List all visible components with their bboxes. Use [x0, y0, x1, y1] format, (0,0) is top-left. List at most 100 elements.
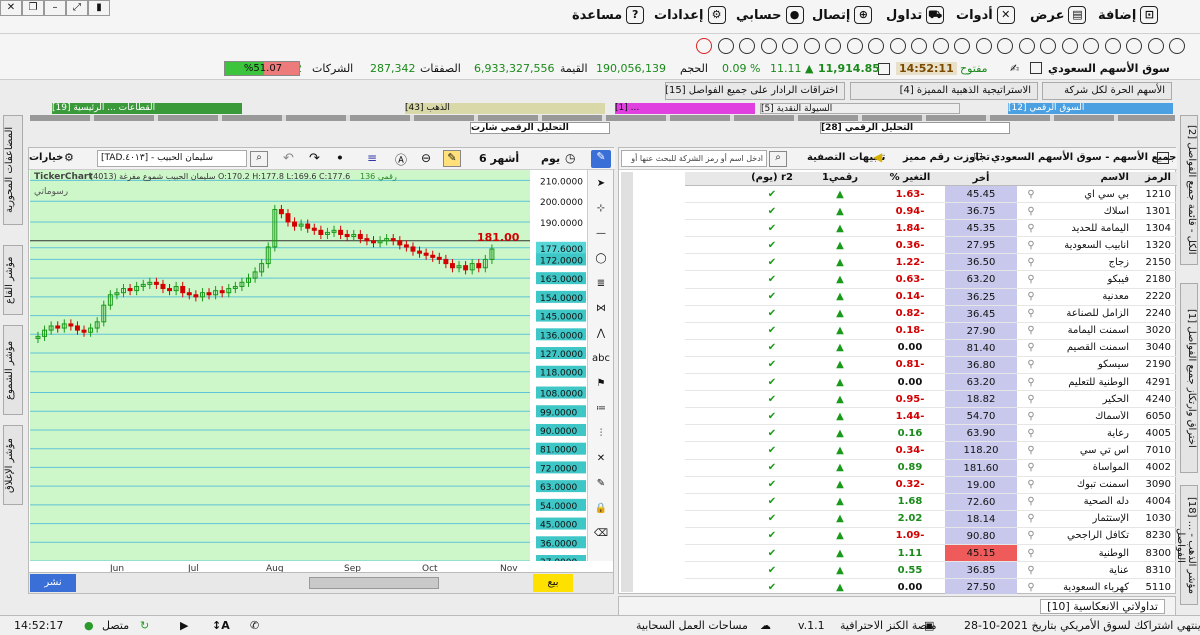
table-row[interactable]: 4005 رعاية ⚲ 63.90 0.16 ▲ ✔ — [685, 425, 1177, 443]
clock-icon[interactable] — [739, 38, 755, 54]
table-row[interactable]: 2190 سيسكو ⚲ 36.80 -0.81 ▲ ✔ — [685, 356, 1177, 375]
tab-free-shares[interactable]: الأسهم الحرة لكل شركة — [1042, 82, 1172, 100]
close-window-icon[interactable]: ✕ — [0, 0, 22, 16]
table-row[interactable]: 2240 الزامل للصناعة ⚲ 36.45 -0.82 ▲ ✔ — [685, 305, 1177, 323]
brush-tool-icon[interactable]: ✎ — [591, 478, 611, 489]
crosshair-tool-icon[interactable]: ⊹ — [591, 203, 611, 214]
table-row[interactable]: 8300 الوطنية ⚲ 45.15 1.11 ▲ ✔ — [685, 544, 1177, 563]
col-r2[interactable]: r2 (يوم) — [739, 172, 805, 185]
minus-icon[interactable]: ⊖ — [421, 151, 431, 165]
bulb-icon[interactable] — [1018, 38, 1035, 54]
col-pin[interactable] — [1017, 172, 1045, 185]
table-row[interactable]: 1301 أسلاك ⚲ 36.75 -0.94 ▲ ✔ — [685, 203, 1177, 221]
grid-icon[interactable] — [868, 38, 884, 54]
left-tab-bottom[interactable]: مؤشر القاع — [3, 245, 23, 315]
target-icon[interactable] — [954, 38, 970, 54]
clear-tool-icon[interactable]: ✕ — [591, 453, 611, 464]
chart-icon[interactable] — [911, 38, 927, 54]
filter-icon[interactable] — [782, 38, 798, 54]
people-icon[interactable] — [825, 38, 841, 54]
status-workspaces[interactable]: مساحات العمل السحابية — [636, 619, 748, 632]
cart-icon[interactable] — [1061, 38, 1078, 54]
left-tab-close[interactable]: مؤشر الإغلاق — [3, 425, 23, 505]
tab-golden-strategy[interactable]: الاستراتيجية الذهبية المميزة [4] — [850, 82, 1038, 100]
lock-icon[interactable] — [889, 38, 906, 54]
right-tab-gold[interactable]: [18] مؤشر الذهب - ... الفواصل — [1175, 485, 1198, 605]
left-tab-multipliers[interactable]: المضاعفات المحورية — [3, 115, 23, 225]
calendar-icon[interactable] — [1030, 62, 1042, 74]
col-name[interactable]: الاسم — [1045, 172, 1133, 185]
alert-refresh-icon[interactable] — [696, 38, 712, 54]
list-tool-icon[interactable]: ≔ — [591, 403, 611, 414]
table-row[interactable]: 3090 اسمنت تبوك ⚲ 19.00 -0.32 ▲ ✔ — [685, 476, 1177, 494]
alert-bell-icon[interactable]: ◀ — [873, 150, 882, 164]
wave-tool-icon[interactable]: ⋀ — [591, 328, 611, 339]
right-tab-breakout[interactable]: [1] اختراق وارتكاز جميع الفواصل — [1180, 283, 1198, 473]
color-tab-1[interactable]: [1] ... — [615, 103, 755, 114]
options-icon[interactable]: ⚙ — [64, 151, 74, 164]
ticker-input[interactable]: [TAD.٤٠١٣] - سليمان الحبيب — [97, 150, 247, 167]
color-tab-liquidity[interactable]: [5] السيولة النقدية — [760, 103, 960, 114]
camera-icon[interactable]: ▮ — [88, 0, 110, 16]
interval-clock-icon[interactable]: ◷ — [565, 151, 575, 165]
menu-settings[interactable]: ⚙ إعدادات — [654, 6, 726, 24]
dollar-icon[interactable] — [1104, 38, 1121, 54]
table-row[interactable]: 4291 الوطنية للتعليم ⚲ 63.20 0.00 ▲ ✔ — [685, 374, 1177, 392]
sell-button[interactable]: بيع — [533, 574, 573, 592]
delete-tool-icon[interactable]: ⌫ — [591, 528, 611, 539]
chart-interval[interactable]: يوم — [541, 152, 560, 165]
compare-icon[interactable]: ꔷ — [337, 151, 343, 166]
menu-connection[interactable]: ⊕ إتصال — [812, 6, 873, 24]
flag-tool-icon[interactable]: ⚑ — [591, 378, 611, 389]
trend-icon[interactable] — [717, 38, 734, 54]
rect-icon[interactable] — [1147, 38, 1164, 54]
menu-view[interactable]: ▤ عرض — [1030, 6, 1087, 24]
star-icon[interactable] — [1040, 38, 1056, 54]
table-row[interactable]: 1030 الإستثمار ⚲ 18.14 2.02 ▲ ✔ — [685, 510, 1177, 528]
tab-reversal-trades[interactable]: تداولاتي الانعكاسية [10] — [1040, 599, 1165, 614]
menu-account[interactable]: ● حسابي — [736, 6, 804, 24]
search-input[interactable]: ادخل اسم أو رمز الشركة للبحث عنها أو — [621, 150, 767, 167]
drop-icon[interactable] — [932, 38, 949, 54]
table-search-icon[interactable]: ⌕ — [769, 151, 787, 167]
table-row[interactable]: 1320 أنابيب السعودية ⚲ 27.95 -0.36 ▲ ✔ — [685, 237, 1177, 255]
color-tab-digital[interactable]: السوق الرقمي [12] — [1008, 103, 1173, 114]
eye-icon[interactable] — [975, 38, 992, 54]
text-tool-icon[interactable]: abc — [591, 353, 611, 364]
shape-tool-icon[interactable]: ◯ — [591, 253, 611, 264]
chart-options[interactable]: خيارات — [29, 152, 63, 163]
pattern-tool-icon[interactable]: ⋈ — [591, 303, 611, 314]
chart-period[interactable]: 6 أشهر — [479, 152, 519, 165]
table-row[interactable]: 4240 الحكير ⚲ 18.82 -0.95 ▲ ✔ — [685, 391, 1177, 409]
globe-icon[interactable] — [846, 38, 863, 54]
menu-trading[interactable]: ⛟ تداول — [886, 6, 945, 24]
publish-button[interactable]: نشر — [30, 574, 76, 592]
table-row[interactable]: 1210 بي سي اي ⚲ 45.45 -1.63 ▲ ✔ — [685, 186, 1177, 204]
line-tool-icon[interactable]: — — [591, 228, 611, 239]
alert-icon[interactable]: Ⓐ — [395, 151, 407, 168]
col-change[interactable]: التغير % — [875, 172, 945, 185]
book-icon[interactable] — [997, 38, 1013, 54]
table-row[interactable]: 5110 كهرباء السعودية ⚲ 27.50 0.00 ▲ ✔ — [685, 579, 1177, 594]
menu-tools[interactable]: ✕ أدوات — [956, 6, 1015, 24]
search-icon[interactable]: ⌕ — [250, 151, 268, 167]
col-last[interactable]: أخر — [945, 172, 1017, 185]
fibonacci-tool-icon[interactable]: ≣ — [591, 278, 611, 289]
market-name[interactable]: سوق الأسهم السعودي — [1048, 62, 1170, 75]
col-r1[interactable]: رقمي1 — [805, 172, 875, 185]
menu-add[interactable]: ⊡ إضافة — [1098, 6, 1159, 24]
indicators-icon[interactable]: ≡ — [367, 151, 377, 165]
mail-icon[interactable] — [1169, 38, 1185, 54]
table-row[interactable]: 2150 زجاج ⚲ 36.50 -1.22 ▲ ✔ — [685, 254, 1177, 272]
pen-icon[interactable]: ✎ — [591, 150, 611, 168]
table-row[interactable]: 3020 اسمنت اليمامة ⚲ 27.90 -0.18 ▲ ✔ — [685, 322, 1177, 340]
table-row[interactable]: 8230 تكافل الراجحي ⚲ 90.80 -1.09 ▲ ✔ — [685, 527, 1177, 545]
table-row[interactable]: 3040 اسمنت القصيم ⚲ 81.40 0.00 ▲ ✔ — [685, 339, 1177, 357]
table-row[interactable]: 4002 المواساة ⚲ 181.60 0.89 ▲ ✔ — [685, 459, 1177, 477]
minimize-window-icon[interactable]: – — [44, 0, 66, 16]
chart-scrollbar[interactable] — [309, 577, 439, 589]
font-size-icon[interactable]: ↕A — [212, 619, 230, 632]
table-row[interactable]: 6050 الأسماك ⚲ 54.70 -1.44 ▲ ✔ — [685, 408, 1177, 426]
lock-tool-icon[interactable]: 🔒 — [591, 503, 611, 514]
gauge-icon[interactable] — [1083, 38, 1099, 54]
